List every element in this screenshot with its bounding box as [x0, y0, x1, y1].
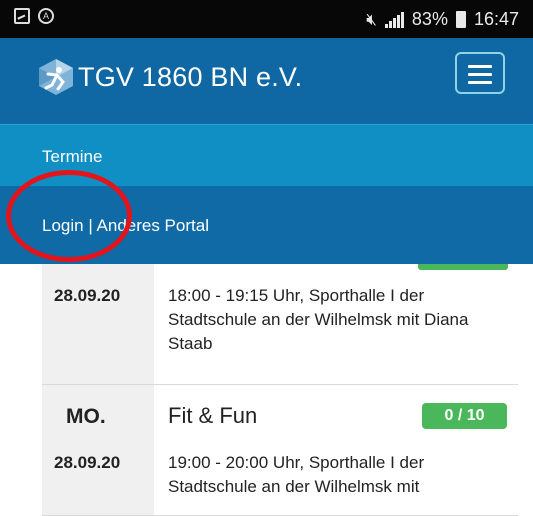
- hamburger-menu-button[interactable]: [455, 52, 505, 94]
- date-column: [42, 264, 154, 384]
- club-logo-icon[interactable]: [38, 58, 74, 96]
- event-title[interactable]: Fit & Fun: [168, 403, 257, 429]
- event-row[interactable]: 28.09.20 18:00 - 19:15 Uhr, Sporthalle I…: [42, 264, 518, 385]
- clock: 16:47: [473, 9, 519, 29]
- battery-icon: [455, 11, 466, 28]
- signal-icon: [384, 11, 404, 28]
- app-header: TGV 1860 BN e.V.: [0, 38, 533, 124]
- event-date: 28.09.20: [54, 453, 121, 472]
- nav-item-termine[interactable]: Termine: [0, 124, 533, 186]
- event-description: 18:00 - 19:15 Uhr, Sporthalle I der Stad…: [168, 286, 469, 353]
- event-row[interactable]: MO. Fit & Fun 0 / 10 28.09.20 19:00 - 20…: [42, 385, 518, 516]
- image-icon: [14, 8, 30, 24]
- alarm-icon: A: [38, 8, 54, 24]
- status-bar: A 🔇︎ 83% 16:47: [0, 0, 533, 38]
- event-date: 28.09.20: [54, 286, 121, 305]
- nav-item-termine-label: Termine: [42, 147, 103, 166]
- nav-item-login-label: Login | Anderes Portal: [42, 216, 209, 235]
- event-list: 28.09.20 18:00 - 19:15 Uhr, Sporthalle I…: [42, 264, 518, 516]
- capacity-badge: 0 / 10: [422, 403, 507, 429]
- battery-percent: 83%: [411, 9, 448, 29]
- nav-item-login[interactable]: Login | Anderes Portal: [0, 186, 533, 264]
- app-title[interactable]: TGV 1860 BN e.V.: [78, 62, 302, 93]
- event-weekday: MO.: [66, 405, 106, 428]
- event-description: 19:00 - 20:00 Uhr, Sporthalle I der Stad…: [168, 453, 425, 496]
- mute-icon: 🔇︎: [366, 9, 377, 29]
